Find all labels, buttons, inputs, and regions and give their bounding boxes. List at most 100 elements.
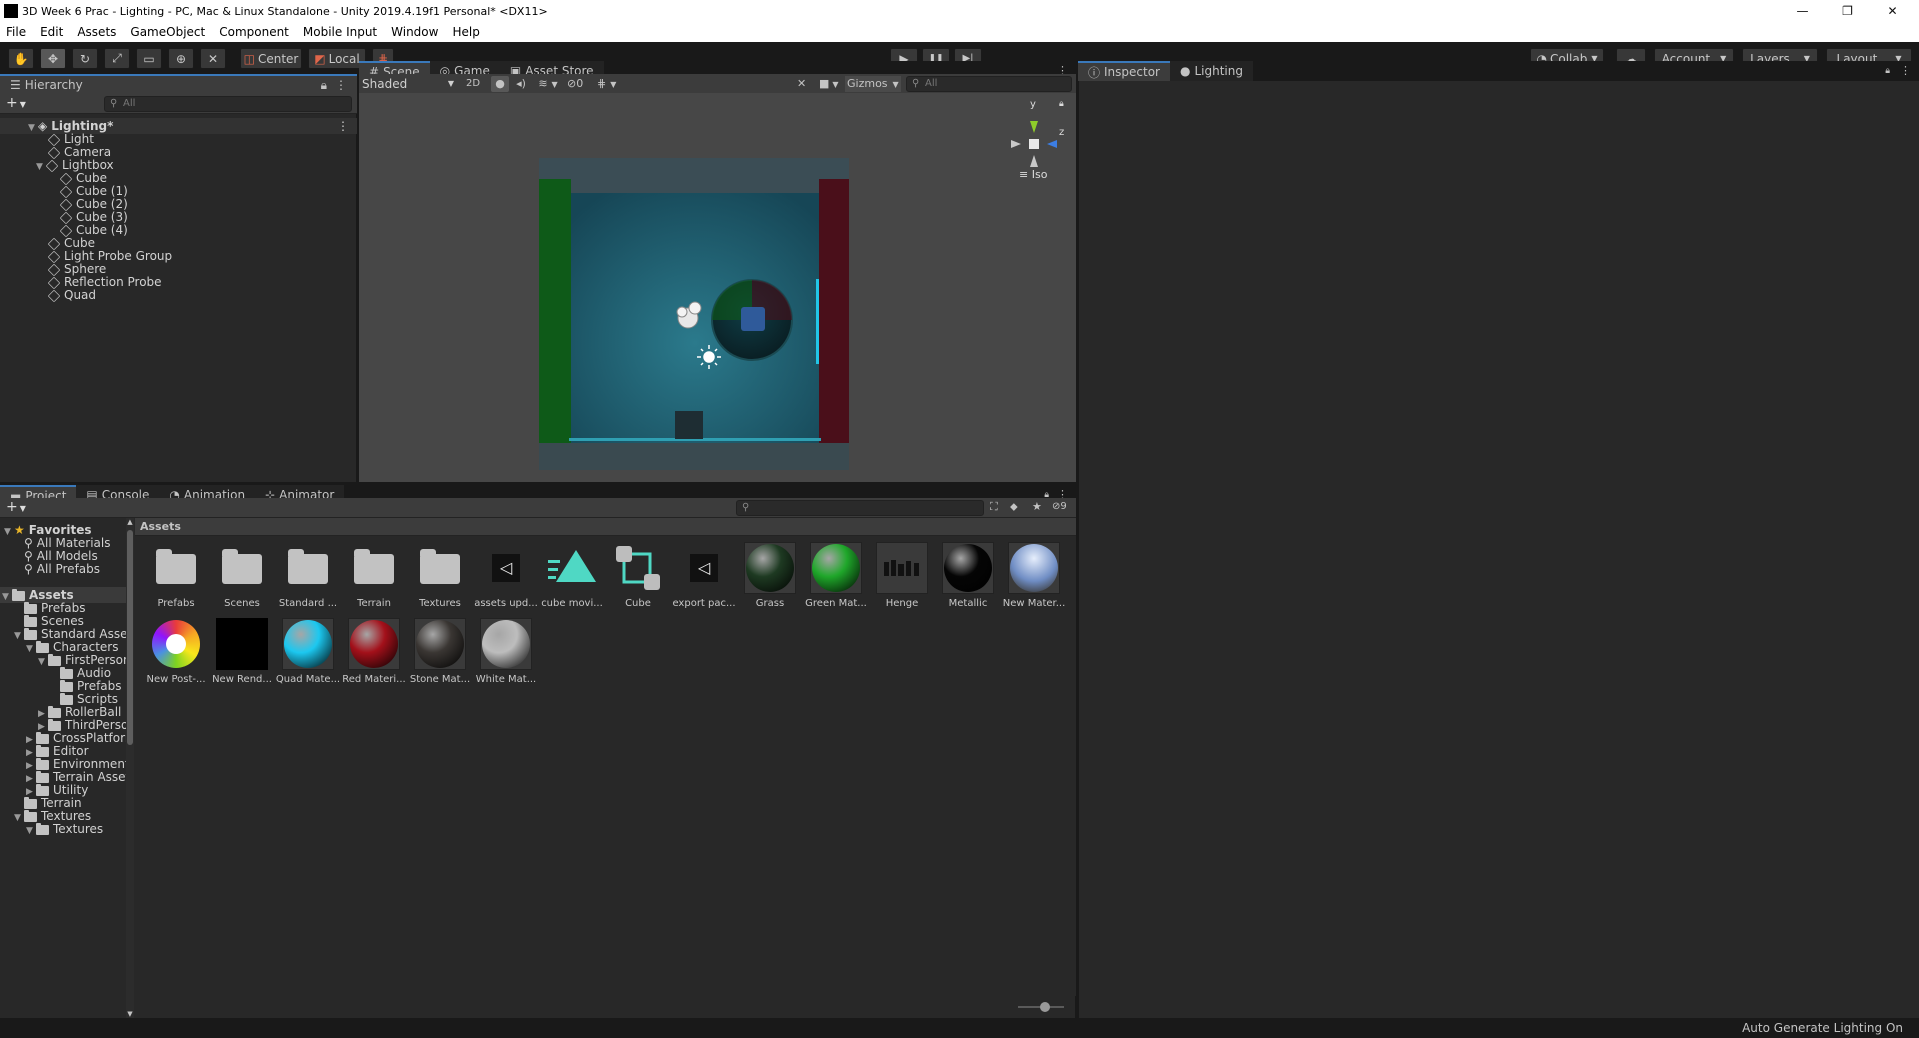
expand-arrow-icon[interactable]: ▼ bbox=[28, 120, 38, 136]
breadcrumb-assets[interactable]: Assets bbox=[140, 520, 181, 533]
search-by-label-button[interactable]: ⬥ bbox=[1010, 500, 1018, 514]
lightbox-bottom-wall[interactable] bbox=[539, 443, 849, 470]
minimize-button[interactable]: — bbox=[1780, 0, 1825, 22]
projection-toggle[interactable]: ≡ Iso bbox=[1019, 168, 1047, 181]
tree-scrollbar[interactable]: ▲ ▼ bbox=[126, 518, 134, 1018]
scale-tool-button[interactable]: ⤢ bbox=[104, 48, 130, 69]
menu-mobile-input[interactable]: Mobile Input bbox=[303, 25, 377, 39]
menu-assets[interactable]: Assets bbox=[77, 25, 116, 39]
tools-toggle[interactable]: ✕ bbox=[797, 76, 815, 92]
asset-item[interactable]: Prefabs bbox=[143, 542, 209, 609]
hierarchy-item[interactable]: Quad bbox=[47, 287, 96, 303]
effects-dropdown[interactable]: ≋ ▼ bbox=[533, 76, 563, 92]
pivot-center-toggle[interactable]: ◫ Center bbox=[240, 48, 302, 69]
hierarchy-search-input[interactable]: All bbox=[104, 96, 352, 112]
panel-menu-icon[interactable]: ⋮ bbox=[335, 78, 347, 92]
asset-item[interactable]: Red Materi... bbox=[341, 618, 407, 685]
grid-dropdown[interactable]: ⋕ ▼ bbox=[597, 76, 627, 92]
scene-menu-icon[interactable]: ⋮ bbox=[337, 118, 349, 134]
audio-toggle[interactable]: ◂) bbox=[512, 76, 530, 92]
create-asset-button[interactable]: + ▼ bbox=[6, 499, 26, 515]
shading-mode-dropdown[interactable]: Shaded ▼ bbox=[362, 76, 454, 92]
move-tool-button[interactable]: ✥ bbox=[40, 48, 66, 69]
asset-item[interactable]: Cube bbox=[605, 542, 671, 609]
lightbox-top-wall[interactable] bbox=[539, 158, 849, 194]
asset-item[interactable]: Henge bbox=[869, 542, 935, 609]
search-by-type-button[interactable]: ⛶ bbox=[990, 500, 998, 514]
lock-icon[interactable]: 🔒︎ bbox=[1885, 61, 1890, 81]
expand-arrow-icon[interactable]: ▼ bbox=[38, 654, 48, 670]
expand-arrow-icon[interactable]: ▼ bbox=[36, 159, 46, 175]
lock-icon[interactable]: 🔒︎ bbox=[1059, 99, 1064, 109]
expand-arrow-icon[interactable]: ▼ bbox=[14, 628, 24, 644]
project-search-input[interactable] bbox=[736, 500, 984, 516]
asset-item[interactable]: ◁ assets upd... bbox=[473, 542, 539, 609]
hidden-packages-toggle[interactable]: ⊘9 bbox=[1052, 501, 1067, 512]
restore-button[interactable]: ❐ bbox=[1825, 0, 1870, 22]
tab-lighting[interactable]: ● Lighting bbox=[1170, 61, 1253, 81]
create-button[interactable]: + ▼ bbox=[6, 95, 26, 111]
scale-icon: ⤢ bbox=[112, 51, 122, 65]
close-button[interactable]: ✕ bbox=[1870, 0, 1915, 22]
menu-window[interactable]: Window bbox=[391, 25, 438, 39]
lighting-toggle[interactable]: ● bbox=[491, 76, 509, 92]
favorite-all-prefabs[interactable]: ⚲ All Prefabs bbox=[24, 561, 100, 577]
2d-toggle[interactable]: 2D bbox=[462, 77, 484, 91]
pivot-local-toggle[interactable]: ◩ Local bbox=[308, 48, 366, 69]
asset-item[interactable]: ◁ export pac... bbox=[671, 542, 737, 609]
lock-icon[interactable]: 🔒︎ bbox=[321, 78, 327, 93]
asset-item[interactable]: Quad Mate... bbox=[275, 618, 341, 685]
asset-item[interactable]: Grass bbox=[737, 542, 803, 609]
scene-viewport[interactable]: y z 🔒︎ ≡ Iso bbox=[359, 93, 1076, 482]
skybox-material-icon bbox=[1008, 542, 1060, 594]
tab-hierarchy[interactable]: ☰ Hierarchy 🔒︎ ⋮ bbox=[0, 74, 357, 94]
favorite-star-button[interactable]: ★ bbox=[1032, 500, 1042, 513]
camera-dropdown[interactable]: ■ ▼ bbox=[819, 76, 845, 92]
transform-tool-button[interactable]: ⊕ bbox=[168, 48, 194, 69]
asset-item[interactable]: Textures bbox=[407, 542, 473, 609]
asset-item[interactable]: cube movi... bbox=[539, 542, 605, 609]
menu-help[interactable]: Help bbox=[452, 25, 479, 39]
quad-object[interactable] bbox=[816, 279, 819, 364]
tab-inspector[interactable]: ⓘ Inspector bbox=[1078, 61, 1170, 81]
scroll-up-icon[interactable]: ▲ bbox=[126, 518, 134, 526]
asset-item[interactable]: White Mat... bbox=[473, 618, 539, 685]
scene-render[interactable] bbox=[359, 93, 1076, 482]
asset-item[interactable]: New Rend... bbox=[209, 618, 275, 685]
asset-item[interactable]: Scenes bbox=[209, 542, 275, 609]
asset-item[interactable]: New Post-... bbox=[143, 618, 209, 685]
hierarchy-tab-label: Hierarchy bbox=[24, 78, 83, 92]
menu-edit[interactable]: Edit bbox=[40, 25, 63, 39]
expand-arrow-icon[interactable]: ▼ bbox=[26, 641, 36, 657]
gizmos-dropdown[interactable]: Gizmos ▼ bbox=[845, 76, 901, 92]
slider-thumb[interactable] bbox=[1040, 1002, 1050, 1012]
asset-zoom-slider[interactable] bbox=[1018, 1002, 1064, 1012]
left-green-wall[interactable] bbox=[539, 179, 571, 457]
cube-object[interactable] bbox=[675, 411, 703, 439]
panel-menu-icon[interactable]: ⋮ bbox=[1900, 61, 1911, 81]
asset-item[interactable]: Stone Mat... bbox=[407, 618, 473, 685]
scene-search-input[interactable]: All bbox=[906, 76, 1072, 92]
custom-tool-button[interactable]: ✕ bbox=[200, 48, 226, 69]
rect-tool-button[interactable]: ▭ bbox=[136, 48, 162, 69]
tree-scrollbar-thumb[interactable] bbox=[127, 530, 133, 745]
menu-component[interactable]: Component bbox=[219, 25, 289, 39]
asset-item[interactable]: Standard ... bbox=[275, 542, 341, 609]
asset-item[interactable]: Green Mat... bbox=[803, 542, 869, 609]
asset-item[interactable]: New Mater... bbox=[1001, 542, 1067, 609]
scroll-down-icon[interactable]: ▼ bbox=[126, 1010, 134, 1018]
expand-arrow-icon[interactable]: ▼ bbox=[2, 589, 12, 605]
right-red-wall[interactable] bbox=[819, 179, 849, 457]
asset-item[interactable]: Terrain bbox=[341, 542, 407, 609]
asset-item[interactable]: Metallic bbox=[935, 542, 1001, 609]
expand-arrow-icon[interactable]: ▼ bbox=[14, 810, 24, 826]
pivot-icon: ◫ bbox=[243, 51, 255, 66]
rotate-tool-button[interactable]: ↻ bbox=[72, 48, 98, 69]
hand-tool-button[interactable]: ✋ bbox=[8, 48, 34, 69]
project-folder-item[interactable]: ▼ Textures bbox=[26, 821, 103, 837]
menu-gameobject[interactable]: GameObject bbox=[130, 25, 205, 39]
expand-arrow-icon[interactable]: ▼ bbox=[26, 823, 36, 839]
hidden-objects-toggle[interactable]: ⊘0 bbox=[567, 76, 593, 92]
menu-file[interactable]: File bbox=[6, 25, 26, 39]
orientation-gizmo[interactable] bbox=[1011, 121, 1057, 167]
